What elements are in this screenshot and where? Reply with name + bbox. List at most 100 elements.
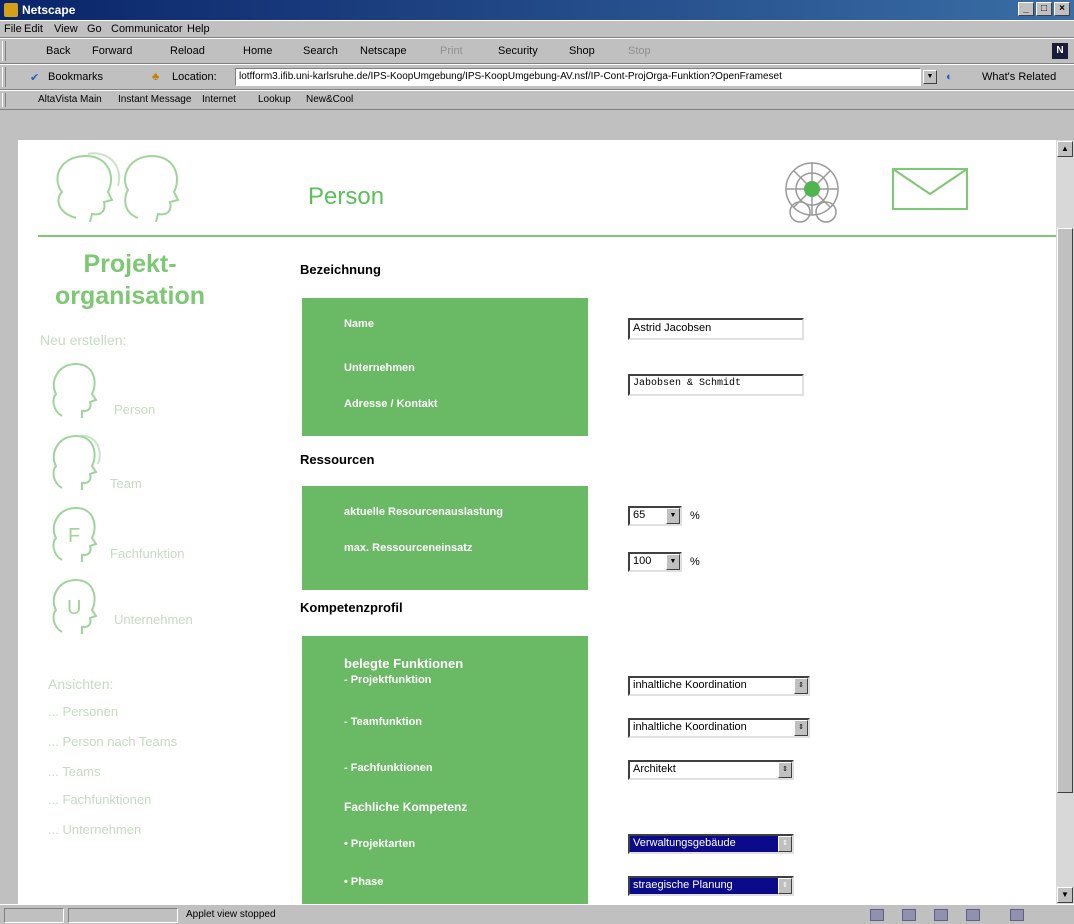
name-label: Name (344, 318, 374, 330)
sidebar-heading-line-2: organisation (54, 282, 205, 310)
view-person-nach-teams-link[interactable]: ... Person nach Teams (48, 734, 177, 749)
team-function-select[interactable]: inhaltliche Koordination ⇕ (628, 718, 810, 738)
scroll-thumb[interactable] (1057, 228, 1073, 793)
company-label: Unternehmen (344, 362, 415, 374)
unternehmen-icon[interactable]: U (48, 576, 98, 636)
url-input[interactable]: lotfform3.ifib.uni-karlsruhe.de/IPS-Koop… (235, 68, 921, 86)
max-resource-select[interactable]: 100 ▼ (628, 552, 682, 572)
menu-view[interactable]: View (54, 23, 78, 35)
view-teams-link[interactable]: ... Teams (48, 764, 101, 779)
header-divider (38, 235, 1056, 237)
print-button[interactable]: Print (440, 45, 463, 57)
progress-pane (68, 908, 178, 923)
company-input[interactable]: Jabobsen & Schmidt (628, 374, 804, 396)
chevron-down-icon[interactable]: ▼ (666, 554, 680, 570)
toolbar-grip[interactable] (2, 93, 6, 107)
view-unternehmen-link[interactable]: ... Unternehmen (48, 822, 141, 837)
scroll-up-button[interactable]: ▲ (1057, 141, 1073, 157)
whats-related-button[interactable]: What's Related (982, 71, 1056, 83)
project-function-select[interactable]: inhaltliche Koordination ⇕ (628, 676, 810, 696)
name-input[interactable]: Astrid Jacobsen (628, 318, 804, 340)
fach-function-select[interactable]: Architekt ⇕ (628, 760, 794, 780)
scroll-down-button[interactable]: ▼ (1057, 887, 1073, 903)
create-unternehmen-link[interactable]: Unternehmen (114, 612, 193, 627)
view-personen-link[interactable]: ... Personen (48, 704, 118, 719)
current-utilization-select[interactable]: 65 ▼ (628, 506, 682, 526)
ressourcen-panel: aktuelle Resourcenauslastung max. Ressou… (302, 486, 588, 590)
personal-link-lookup[interactable]: Lookup (258, 94, 291, 105)
location-icon: ♣ (152, 71, 160, 83)
phase-select[interactable]: straegische Planung ⇕ (628, 876, 794, 896)
section-kompetenzprofil-heading: Kompetenzprofil (300, 600, 403, 615)
project-types-select[interactable]: Verwaltungsgebäude ⇕ (628, 834, 794, 854)
back-button[interactable]: Back (46, 45, 70, 57)
mail-icon[interactable] (902, 909, 916, 921)
netscape-n-icon[interactable]: N (1052, 43, 1068, 59)
search-button[interactable]: Search (303, 45, 338, 57)
toolbar-grip[interactable] (2, 41, 6, 61)
create-fachfunktion-link[interactable]: Fachfunktion (110, 546, 184, 561)
personal-link-instant-message[interactable]: Instant Message (118, 94, 191, 105)
composer-icon[interactable] (966, 909, 980, 921)
mail-envelope-icon[interactable] (892, 168, 968, 210)
current-utilization-label: aktuelle Resourcenauslastung (344, 506, 503, 518)
close-button[interactable]: × (1054, 2, 1070, 16)
toolbar-grip[interactable] (2, 67, 6, 87)
create-person-link[interactable]: Person (114, 402, 155, 417)
forward-button[interactable]: Forward (92, 45, 132, 57)
spinner-icon[interactable]: ⇕ (778, 836, 792, 852)
spinner-icon[interactable]: ⇕ (794, 678, 808, 694)
netscape-logo-icon (4, 3, 18, 17)
minimize-button[interactable]: _ (1018, 2, 1034, 16)
menu-edit[interactable]: Edit (24, 23, 43, 35)
location-toolbar: ✔ Bookmarks ♣ Location: lotfform3.ifib.u… (0, 64, 1074, 90)
spinner-icon[interactable]: ⇕ (778, 878, 792, 894)
team-function-label: - Teamfunktion (344, 716, 423, 728)
view-fachfunktionen-link[interactable]: ... Fachfunktionen (48, 792, 151, 807)
fachfunktion-icon[interactable]: F (48, 504, 98, 564)
netscape-button[interactable]: Netscape (360, 45, 406, 57)
discussion-icon[interactable] (934, 909, 948, 921)
security-indicator[interactable] (4, 908, 64, 923)
location-label: Location: (172, 71, 217, 83)
component-bar-icon[interactable] (870, 909, 884, 921)
bezeichnung-panel: Name Unternehmen Adresse / Kontakt (302, 298, 588, 436)
svg-text:U: U (67, 597, 81, 619)
spinner-icon[interactable]: ⇕ (778, 762, 792, 778)
menu-communicator[interactable]: Communicator (111, 23, 183, 35)
create-team-link[interactable]: Team (110, 476, 142, 491)
vertical-scrollbar[interactable]: ▲ ▼ (1056, 140, 1074, 904)
reload-button[interactable]: Reload (170, 45, 205, 57)
navigation-wheel-icon[interactable] (776, 154, 848, 224)
person-icon[interactable] (48, 360, 98, 420)
maximize-button[interactable]: □ (1036, 2, 1052, 16)
title-bar: Netscape _ □ × (0, 0, 1074, 20)
offline-icon[interactable] (1010, 909, 1024, 921)
menu-go[interactable]: Go (87, 23, 102, 35)
frame-edge (0, 110, 18, 904)
status-message: Applet view stopped (186, 909, 276, 920)
max-resource-unit: % (690, 556, 700, 568)
home-button[interactable]: Home (243, 45, 272, 57)
new-label: Neu erstellen: (40, 332, 127, 348)
stop-button[interactable]: Stop (628, 45, 651, 57)
personal-link-altavista[interactable]: AltaVista Main (38, 94, 102, 105)
personal-link-internet[interactable]: Internet (202, 94, 236, 105)
current-utilization-unit: % (690, 510, 700, 522)
menu-bar: File Edit View Go Communicator Help (0, 20, 1074, 38)
max-resource-value: 100 (633, 555, 652, 567)
team-icon[interactable] (48, 432, 102, 492)
section-ressourcen-heading: Ressourcen (300, 452, 375, 467)
spinner-icon[interactable]: ⇕ (794, 720, 808, 736)
security-button[interactable]: Security (498, 45, 538, 57)
shop-button[interactable]: Shop (569, 45, 595, 57)
url-dropdown-button[interactable]: ▼ (923, 70, 937, 84)
phase-value: straegische Planung (633, 879, 733, 891)
bookmarks-button[interactable]: Bookmarks (48, 71, 103, 83)
personal-link-newcool[interactable]: New&Cool (306, 94, 353, 105)
menu-file[interactable]: File (4, 23, 22, 35)
views-label: Ansichten: (48, 676, 114, 692)
menu-help[interactable]: Help (187, 23, 210, 35)
functions-label: belegte Funktionen (344, 656, 464, 671)
chevron-down-icon[interactable]: ▼ (666, 508, 680, 524)
